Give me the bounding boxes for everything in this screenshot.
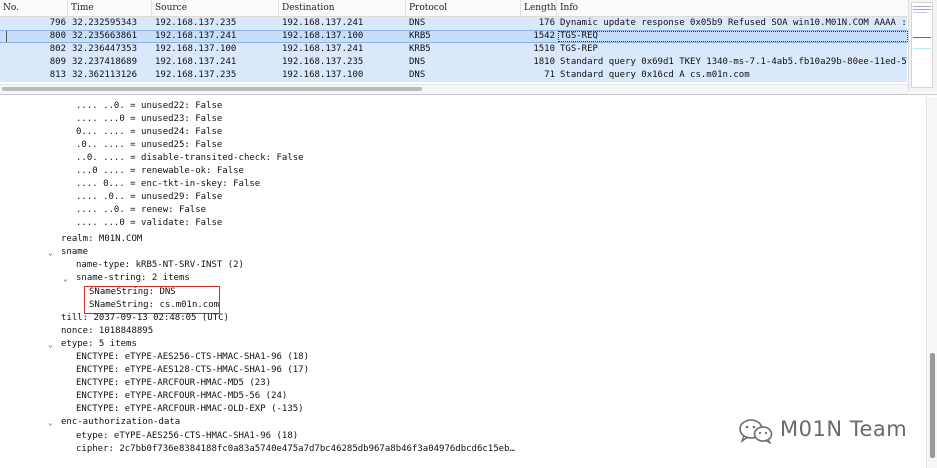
scrollbar-thumb[interactable] — [930, 353, 935, 458]
packet-source: 192.168.137.241 — [155, 57, 237, 67]
packet-list-header: No. Time Source Destination Protocol Len… — [0, 0, 930, 17]
packet-no: 800 — [49, 31, 66, 41]
packet-time: 32.232595343 — [72, 18, 138, 28]
annotation-highlight-box — [84, 286, 220, 314]
packet-protocol: KRB5 — [409, 31, 431, 41]
packet-length: 176 — [538, 18, 555, 28]
packet-row[interactable]: 809 32.237418689 192.168.137.241 192.168… — [0, 56, 907, 69]
column-protocol[interactable]: Protocol — [406, 0, 521, 16]
packet-info: Standard query 0x16cd A cs.m01n.com — [560, 70, 750, 80]
packet-list[interactable]: No. Time Source Destination Protocol Len… — [0, 0, 937, 95]
packet-source: 192.168.137.241 — [155, 31, 237, 41]
tree-item-enctype[interactable]: ENCTYPE: eTYPE-ARCFOUR-HMAC-OLD-EXP (-13… — [76, 403, 304, 416]
watermark-text: M01N Team — [780, 417, 908, 441]
packet-no: 796 — [49, 18, 66, 28]
packet-no: 813 — [49, 70, 66, 80]
chevron-down-icon[interactable]: ⌄ — [63, 272, 68, 285]
packet-row[interactable]: 802 32.236447353 192.168.137.100 192.168… — [0, 43, 907, 56]
chevron-down-icon[interactable]: ⌄ — [48, 246, 53, 259]
tree-item[interactable]: .... ...0 = unused23: False — [76, 113, 222, 126]
tree-item-nonce[interactable]: nonce: 1018848895 — [61, 325, 153, 338]
packet-destination: 192.168.137.100 — [282, 31, 364, 41]
minimap-mark — [913, 48, 931, 49]
tree-item-enctype[interactable]: ENCTYPE: eTYPE-ARCFOUR-HMAC-MD5 (23) — [76, 377, 271, 390]
tree-item[interactable]: .... ..0. = unused22: False — [76, 100, 222, 113]
column-length[interactable]: Length — [521, 0, 557, 16]
chevron-down-icon[interactable]: ⌄ — [48, 338, 53, 351]
tree-item-etype[interactable]: etype: 5 items — [61, 338, 137, 351]
details-vertical-scrollbar[interactable] — [926, 97, 937, 468]
tree-item-sname-string[interactable]: sname-string: 2 items — [76, 272, 190, 285]
tree-item[interactable]: .... ..0. = renew: False — [76, 204, 206, 217]
packet-destination: 192.168.137.241 — [282, 18, 364, 28]
packet-length: 1810 — [533, 57, 555, 67]
tree-item[interactable]: .... ...0 = validate: False — [76, 217, 222, 230]
packet-no: 809 — [49, 57, 66, 67]
packet-row-selected[interactable]: 800 32.235663861 192.168.137.241 192.168… — [0, 30, 908, 43]
tree-item[interactable]: .... 0... = enc-tkt-in-skey: False — [76, 178, 260, 191]
scrollbar-thumb[interactable] — [911, 2, 933, 88]
tree-item-till[interactable]: till: 2037-09-13 02:48:05 (UTC) — [61, 312, 229, 325]
packet-protocol: DNS — [409, 70, 426, 80]
packet-source: 192.168.137.100 — [155, 44, 237, 54]
packet-list-minimap-scrollbar[interactable] — [908, 0, 937, 92]
minimap-mark — [913, 6, 931, 7]
packet-source: 192.168.137.235 — [155, 18, 237, 28]
packet-details-tree[interactable]: .... ..0. = unused22: False .... ...0 = … — [0, 97, 937, 468]
packet-info: TGS-REP — [560, 44, 598, 54]
tree-item[interactable]: 0... .... = unused24: False — [76, 126, 222, 139]
packet-info: Dynamic update response 0x05b9 Refused S… — [560, 18, 907, 28]
packet-protocol: DNS — [409, 57, 426, 67]
packet-protocol: DNS — [409, 18, 426, 28]
wechat-icon — [739, 419, 773, 444]
packet-protocol: KRB5 — [409, 44, 431, 54]
column-time[interactable]: Time — [68, 0, 152, 16]
focus-outline — [558, 31, 908, 42]
packet-length: 71 — [544, 70, 555, 80]
tree-item-enctype[interactable]: ENCTYPE: eTYPE-AES128-CTS-HMAC-SHA1-96 (… — [76, 364, 309, 377]
packet-time: 32.362113126 — [72, 70, 138, 80]
tree-item[interactable]: ...0 .... = renewable-ok: False — [76, 165, 244, 178]
column-destination[interactable]: Destination — [279, 0, 406, 16]
packet-length: 1510 — [533, 44, 555, 54]
tree-item[interactable]: ..0. .... = disable-transited-check: Fal… — [76, 152, 304, 165]
tree-item-etype[interactable]: etype: eTYPE-AES256-CTS-HMAC-SHA1-96 (18… — [76, 430, 298, 443]
tree-item-name-type[interactable]: name-type: kRB5-NT-SRV-INST (2) — [76, 259, 244, 272]
packet-length: 1542 — [533, 31, 555, 41]
column-no[interactable]: No. — [0, 0, 68, 16]
tree-item-enctype[interactable]: ENCTYPE: eTYPE-AES256-CTS-HMAC-SHA1-96 (… — [76, 351, 309, 364]
packet-time: 32.236447353 — [72, 44, 138, 54]
packet-destination: 192.168.137.241 — [282, 44, 364, 54]
chevron-down-icon[interactable]: ⌄ — [48, 416, 53, 429]
packet-no: 802 — [49, 44, 66, 54]
tree-item-cipher[interactable]: cipher: 2c7bb0f736e8384188fc0a83a5740e47… — [76, 443, 515, 456]
watermark: M01N Team — [738, 416, 913, 446]
packet-row[interactable]: 796 32.232595343 192.168.137.235 192.168… — [0, 17, 907, 30]
tree-item-realm[interactable]: realm: M01N.COM — [61, 233, 142, 246]
packet-destination: 192.168.137.100 — [282, 70, 364, 80]
tree-item-enc-authorization-data[interactable]: enc-authorization-data — [61, 416, 180, 429]
column-info[interactable]: Info — [557, 0, 930, 16]
packet-destination: 192.168.137.235 — [282, 57, 364, 67]
scrollbar-thumb[interactable] — [2, 87, 422, 91]
minimap-selected-mark — [913, 37, 931, 38]
packet-list-horizontal-scrollbar[interactable] — [0, 84, 908, 94]
tree-item-sname[interactable]: sname — [61, 246, 88, 259]
minimap-mark — [913, 12, 927, 13]
column-source[interactable]: Source — [152, 0, 279, 16]
packet-time: 32.235663861 — [72, 31, 138, 41]
packet-row[interactable]: 813 32.362113126 192.168.137.235 192.168… — [0, 69, 907, 82]
packet-source: 192.168.137.235 — [155, 70, 237, 80]
packet-time: 32.237418689 — [72, 57, 138, 67]
minimap-mark — [913, 9, 931, 10]
packet-info: Standard query 0x69d1 TKEY 1340-ms-7.1-4… — [560, 57, 907, 67]
tree-item[interactable]: .... .0.. = unused29: False — [76, 191, 222, 204]
tree-item[interactable]: .0.. .... = unused25: False — [76, 139, 222, 152]
tree-item-enctype[interactable]: ENCTYPE: eTYPE-ARCFOUR-HMAC-MD5-56 (24) — [76, 390, 287, 403]
